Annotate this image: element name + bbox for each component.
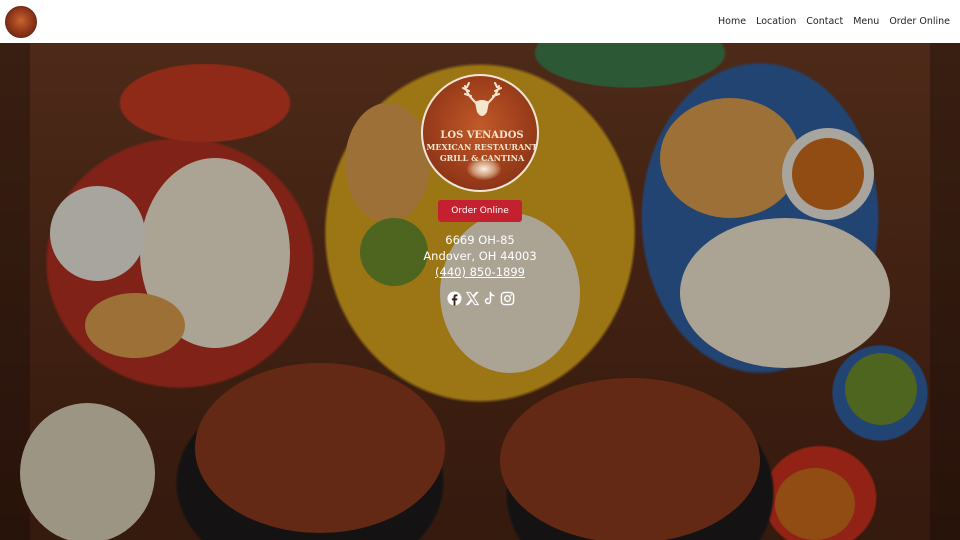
nav-order-online[interactable]: Order Online xyxy=(889,16,950,27)
nav-contact[interactable]: Contact xyxy=(806,16,843,27)
tiktok-icon[interactable] xyxy=(482,291,497,306)
logo-light-flare xyxy=(467,158,501,180)
order-online-button[interactable]: Order Online xyxy=(438,200,522,222)
x-icon[interactable] xyxy=(465,291,480,306)
instagram-icon[interactable] xyxy=(500,291,515,306)
site-header: Home Location Contact Menu Order Online xyxy=(0,0,960,43)
phone-link[interactable]: (440) 850-1899 xyxy=(380,265,580,279)
social-links xyxy=(447,291,515,307)
restaurant-logo: LOS VENADOS MEXICAN RESTAURANT GRILL & C… xyxy=(421,74,539,192)
brand-logo[interactable] xyxy=(5,5,37,38)
deer-head-icon xyxy=(462,82,502,116)
logo-title: LOS VENADOS xyxy=(440,130,524,141)
nav-location[interactable]: Location xyxy=(756,16,796,27)
address-city: Andover, OH 44003 xyxy=(423,249,537,263)
nav-menu[interactable]: Menu xyxy=(853,16,879,27)
logo-subtitle: MEXICAN RESTAURANT xyxy=(426,142,538,152)
address-street: 6669 OH-85 xyxy=(445,233,515,247)
nav-home[interactable]: Home xyxy=(718,16,746,27)
facebook-icon[interactable] xyxy=(447,291,462,306)
main-nav: Home Location Contact Menu Order Online xyxy=(718,16,950,27)
